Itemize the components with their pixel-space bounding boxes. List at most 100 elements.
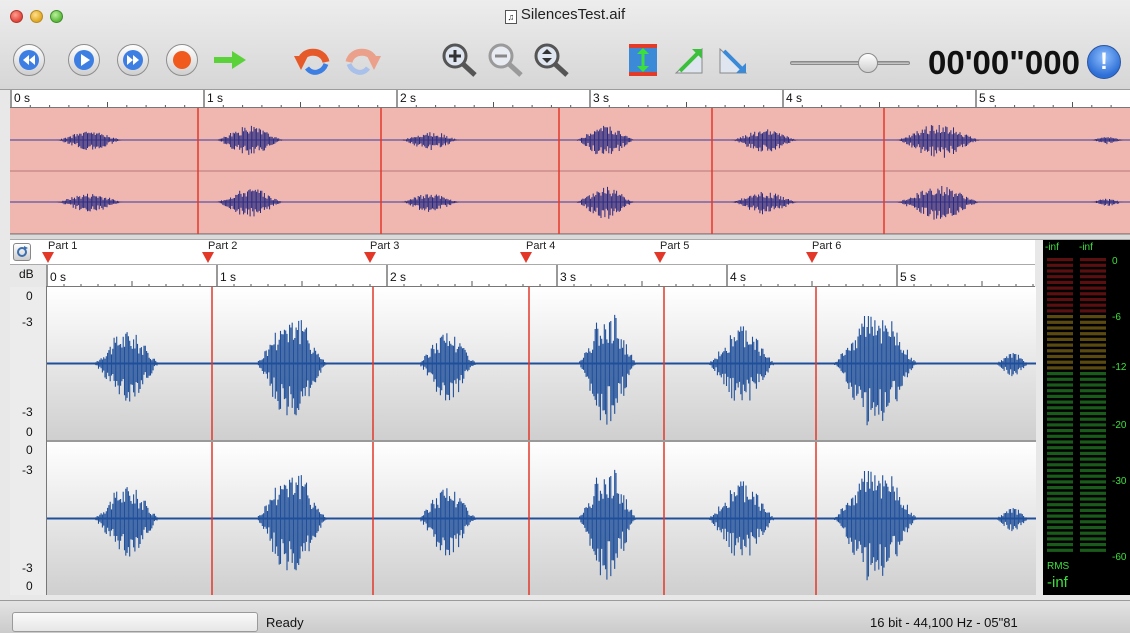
fast-forward-button[interactable] [117, 44, 149, 76]
audio-format-text: 16 bit - 44,100 Hz - 05"81 [870, 615, 1018, 630]
meter-segment [1047, 360, 1073, 364]
info-button[interactable]: ! [1087, 45, 1121, 79]
overview-burst [55, 193, 124, 212]
volume-slider-knob[interactable] [858, 53, 878, 73]
ruler-label: 0 s [14, 91, 30, 105]
meter-segment [1047, 411, 1073, 416]
window-title: ♫ SilencesTest.aif [0, 6, 1130, 24]
marker-label[interactable]: Part 4 [526, 240, 555, 252]
meter-segment [1080, 400, 1106, 404]
overview-waveform-canvas [10, 108, 1130, 234]
meter-segment [1047, 326, 1073, 330]
status-bar: Ready 16 bit - 44,100 Hz - 05"81 [0, 600, 1130, 633]
channel-right[interactable] [47, 442, 1036, 595]
redo-button[interactable] [342, 40, 382, 80]
meter-segment [1080, 303, 1106, 307]
meter-segment [1047, 320, 1073, 324]
play-button[interactable] [68, 44, 100, 76]
meter-segment [1047, 349, 1073, 353]
zoom-in-button[interactable] [440, 40, 480, 80]
fade-in-button[interactable] [670, 40, 710, 80]
meter-segment [1080, 269, 1106, 273]
meter-scale-12: -12 [1112, 362, 1127, 373]
left-peak-value: -inf [1045, 242, 1059, 253]
scale-ch1-top-b: -3 [22, 315, 33, 329]
marker-flag-icon[interactable] [654, 252, 666, 263]
meter-segment [1047, 463, 1073, 467]
toolbar: ♫ SilencesTest.aif 00'00"000 ! [0, 0, 1130, 90]
meter-segment [1047, 531, 1073, 535]
meter-segment [1080, 497, 1106, 501]
meter-segment [1080, 508, 1106, 512]
fade-out-button[interactable] [714, 40, 754, 80]
meter-segment [1047, 525, 1073, 530]
meter-segment [1080, 280, 1106, 284]
go-button[interactable] [210, 40, 250, 80]
marker-label[interactable]: Part 2 [208, 240, 237, 252]
meter-segment [1080, 297, 1106, 302]
play-icon [74, 50, 94, 70]
undo-button[interactable] [293, 40, 333, 80]
marker-label[interactable]: Part 3 [370, 240, 399, 252]
meter-segment [1047, 337, 1073, 341]
meter-segment [1047, 280, 1073, 284]
marker-label[interactable]: Part 6 [812, 240, 841, 252]
scale-ch1-bottom-b: 0 [26, 425, 33, 439]
meter-segment [1080, 286, 1106, 290]
meter-segment [1047, 297, 1073, 302]
record-button[interactable] [166, 44, 198, 76]
marker-flag-icon[interactable] [520, 252, 532, 263]
normalize-button[interactable] [623, 40, 663, 80]
zoom-out-icon [488, 43, 523, 77]
meter-segment [1047, 372, 1073, 376]
zoom-out-button[interactable] [486, 40, 526, 80]
channel-left[interactable] [47, 287, 1036, 440]
green-arrow-icon [214, 51, 246, 69]
ruler-label: 5 s [979, 91, 995, 105]
waveform-burst [255, 475, 328, 571]
meter-segment [1047, 486, 1073, 490]
meter-segment [1047, 480, 1073, 484]
meter-segment [1080, 275, 1106, 279]
loop-icon[interactable] [13, 243, 31, 261]
meter-segment [1080, 486, 1106, 490]
meter-segment [1080, 292, 1106, 296]
waveform-burst [255, 320, 328, 416]
meter-segment [1047, 315, 1073, 319]
ruler-label: 2 s [390, 270, 406, 284]
rms-value: -inf [1047, 574, 1068, 591]
marker-flag-icon[interactable] [364, 252, 376, 263]
ruler-label: 3 s [593, 91, 609, 105]
meter-segment [1080, 343, 1106, 347]
rewind-button[interactable] [13, 44, 45, 76]
meter-segment [1080, 332, 1106, 336]
ruler-label: 5 s [900, 270, 916, 284]
rewind-icon [19, 50, 39, 70]
meter-segment [1080, 531, 1106, 535]
meter-segment [1080, 258, 1106, 262]
marker-flag-icon[interactable] [42, 252, 54, 263]
marker-label[interactable]: Part 5 [660, 240, 689, 252]
marker-flag-icon[interactable] [202, 252, 214, 263]
zoom-fit-button[interactable] [532, 40, 572, 80]
waveform-editor[interactable] [46, 287, 1036, 595]
marker-label[interactable]: Part 1 [48, 240, 77, 252]
volume-slider-track[interactable] [790, 61, 910, 65]
redo-icon [345, 48, 381, 75]
meter-segment [1047, 343, 1073, 347]
progress-field [12, 612, 258, 632]
overview-burst [55, 131, 124, 150]
meter-segment [1080, 263, 1106, 267]
meter-segment [1080, 474, 1106, 478]
marker-flag-icon[interactable] [806, 252, 818, 263]
ruler-label: 3 s [560, 270, 576, 284]
db-label: dB [19, 267, 34, 281]
waveform-burst [995, 353, 1030, 377]
waveform-burst [577, 314, 638, 425]
meter-segment [1080, 417, 1106, 421]
right-peak-value: -inf [1079, 242, 1093, 253]
overview-waveform[interactable] [10, 108, 1130, 234]
meter-segment [1047, 520, 1073, 524]
meter-scale-6: -6 [1112, 312, 1121, 323]
waveform-burst [417, 488, 478, 556]
